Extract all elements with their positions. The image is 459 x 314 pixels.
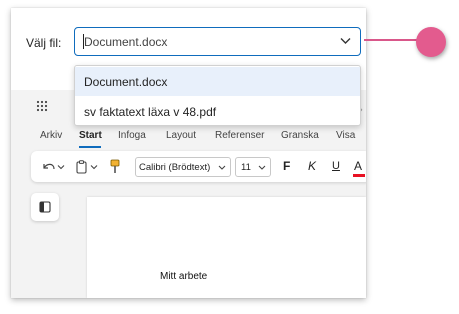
document-page[interactable]: Mitt arbete	[87, 197, 366, 298]
font-color-bar	[353, 174, 365, 177]
callout-connector	[364, 39, 420, 41]
font-name-select[interactable]: Calibri (Brödtext)	[135, 157, 231, 177]
font-color-button[interactable]: A	[353, 159, 365, 177]
undo-icon	[43, 163, 65, 169]
tab-referenser[interactable]: Referenser	[215, 130, 264, 141]
file-dropdown-list: Document.docx sv faktatext läxa v 48.pdf	[74, 65, 361, 126]
font-name-value: Calibri (Brödtext)	[139, 162, 211, 173]
tab-layout[interactable]: Layout	[166, 130, 196, 141]
tab-granska[interactable]: Granska	[281, 130, 319, 141]
font-size-value: 11	[241, 162, 251, 173]
tab-start[interactable]: Start	[79, 130, 102, 141]
file-option[interactable]: Document.docx	[75, 67, 360, 96]
format-painter-icon	[110, 159, 120, 173]
italic-button[interactable]: K	[308, 159, 316, 173]
file-select-value: Document.docx	[84, 35, 168, 49]
tab-arkiv[interactable]: Arkiv	[40, 130, 62, 141]
chevron-down-icon[interactable]	[340, 37, 351, 45]
underline-button[interactable]: U	[332, 160, 340, 172]
word-window: Välj fil: Document.docx Document.docx sv…	[11, 8, 366, 298]
active-tab-indicator	[79, 146, 101, 148]
format-painter-button[interactable]	[109, 151, 121, 182]
undo-button[interactable]	[41, 151, 65, 182]
navigation-pane-button[interactable]	[31, 193, 59, 221]
document-text: Mitt arbete	[160, 271, 208, 282]
navigation-pane-icon	[39, 201, 51, 213]
tab-visa[interactable]: Visa	[336, 130, 355, 141]
paste-button[interactable]	[75, 151, 101, 182]
chevron-down-icon	[218, 165, 226, 170]
bold-button[interactable]: F	[283, 159, 290, 173]
clipboard-icon	[76, 159, 98, 174]
ribbon-toolbar: Calibri (Brödtext) 11 F K U A	[31, 151, 366, 182]
font-color-label: A	[354, 159, 363, 173]
font-size-select[interactable]: 11	[235, 157, 271, 177]
tab-infoga[interactable]: Infoga	[118, 130, 146, 141]
file-select[interactable]: Document.docx	[74, 27, 361, 56]
chevron-down-icon	[258, 165, 266, 170]
ribbon-tabs: Arkiv Start Infoga Layout Referenser Gra…	[11, 130, 366, 150]
app-launcher-icon[interactable]	[36, 100, 48, 112]
callout-marker	[416, 27, 446, 57]
file-option[interactable]: sv faktatext läxa v 48.pdf	[75, 97, 360, 126]
file-picker-label: Välj fil:	[26, 36, 62, 50]
